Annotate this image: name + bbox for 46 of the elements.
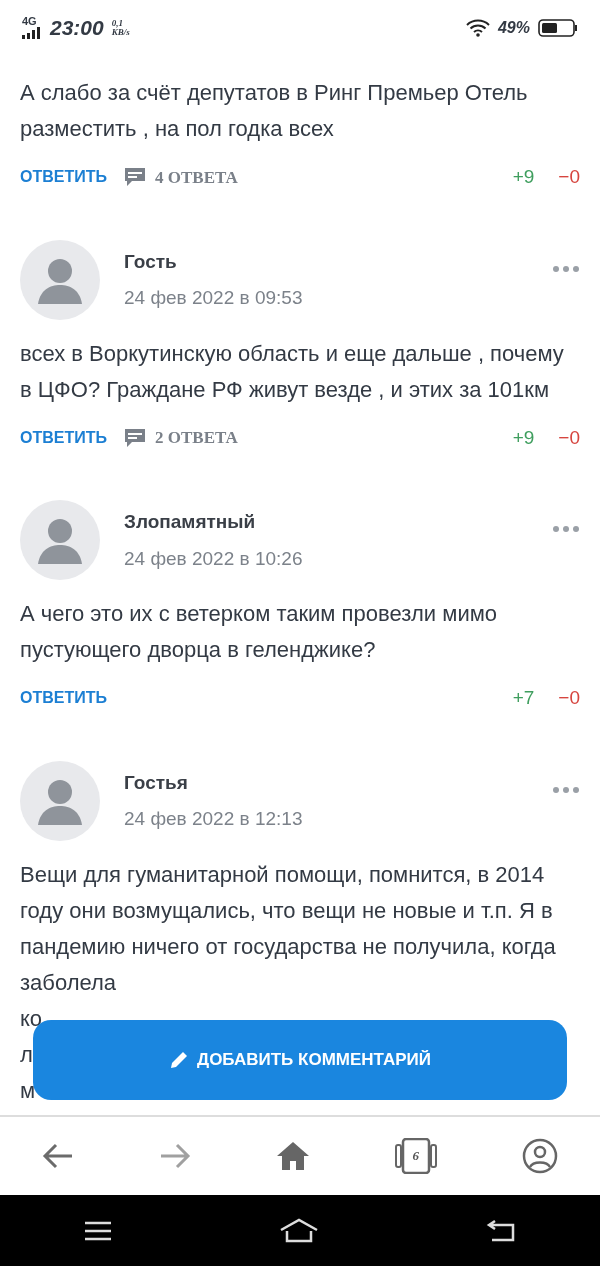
upvote-count[interactable]: +9 bbox=[512, 423, 535, 452]
wifi-icon bbox=[465, 18, 490, 37]
avatar-icon bbox=[20, 500, 100, 580]
profile-icon[interactable] bbox=[521, 1138, 558, 1174]
signal-icon bbox=[22, 27, 42, 39]
replies-link[interactable]: 4 ОТВЕТА bbox=[123, 164, 238, 190]
menu-icon[interactable] bbox=[83, 1219, 112, 1242]
downvote-count[interactable]: −0 bbox=[558, 163, 580, 192]
battery-icon bbox=[538, 18, 578, 37]
author-name: Гостья bbox=[124, 770, 189, 795]
comment-text: А чего это их с ветерком таким провезли мимо пустующего дворца в геленджике? bbox=[20, 600, 499, 664]
comment-text: всех в Воркутинскую область и еще дальше , почему в ЦФО? Граждане РФ живут везде , и этих за 101км bbox=[20, 339, 565, 404]
clock: 23:00 bbox=[50, 14, 104, 41]
network-speed: 0,1 bbox=[111, 18, 123, 28]
speed-unit: KB/s bbox=[111, 27, 130, 37]
downvote-count[interactable]: −0 bbox=[558, 684, 580, 713]
network-label: 4G bbox=[22, 16, 38, 27]
home-key-icon[interactable] bbox=[279, 1217, 319, 1244]
reply-link[interactable]: ОТВЕТИТЬ bbox=[20, 686, 107, 711]
author-name: Злопамятный bbox=[124, 510, 257, 534]
pencil-icon bbox=[169, 1050, 190, 1070]
more-options-icon[interactable] bbox=[552, 264, 580, 273]
author-name: Гость bbox=[124, 249, 178, 274]
comment-date: 24 фев 2022 в 09:53 bbox=[124, 286, 304, 310]
reply-link[interactable]: ОТВЕТИТЬ bbox=[20, 425, 107, 450]
back-arrow-icon[interactable] bbox=[42, 1142, 75, 1170]
comment-text: А слабо за счёт депутатов в Ринг Премьер Отель разместить , на пол годка всех bbox=[20, 79, 529, 143]
speech-bubble-icon bbox=[123, 426, 147, 449]
upvote-count[interactable]: +9 bbox=[512, 163, 535, 192]
more-options-icon[interactable] bbox=[552, 525, 580, 533]
avatar-icon bbox=[20, 760, 100, 841]
downvote-count[interactable]: −0 bbox=[558, 423, 580, 452]
battery-percent: 49% bbox=[497, 17, 530, 38]
comment-date: 24 фев 2022 в 10:26 bbox=[124, 546, 304, 571]
more-options-icon[interactable] bbox=[552, 785, 580, 794]
upvote-count[interactable]: +7 bbox=[512, 684, 535, 713]
forward-arrow-icon[interactable] bbox=[159, 1142, 192, 1170]
home-icon[interactable] bbox=[276, 1141, 310, 1171]
avatar-icon bbox=[20, 239, 100, 320]
comment-text-fragment: м bbox=[20, 1076, 36, 1105]
speech-bubble-icon bbox=[123, 166, 147, 189]
comment-text-fragment: л bbox=[20, 1040, 33, 1069]
reply-link[interactable]: ОТВЕТИТЬ bbox=[20, 165, 107, 190]
back-key-icon[interactable] bbox=[486, 1218, 517, 1243]
replies-link[interactable]: 2 ОТВЕТА bbox=[123, 425, 238, 451]
comment-date: 24 фев 2022 в 12:13 bbox=[124, 807, 304, 831]
